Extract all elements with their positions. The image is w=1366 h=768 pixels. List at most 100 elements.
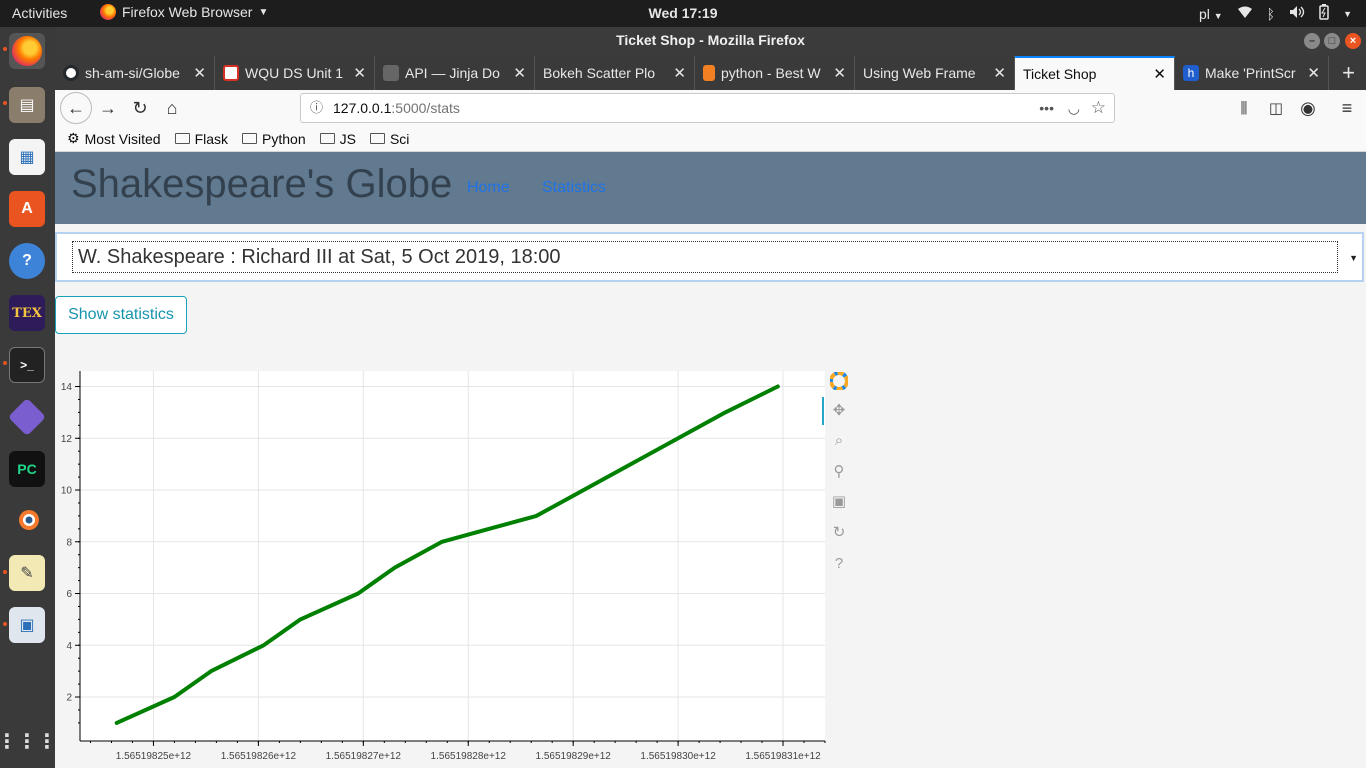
tab-strip: sh-am-si/Globe ✕ WQU DS Unit 1 ✕ API — J… bbox=[55, 54, 1366, 90]
gear-icon: ⚙ bbox=[67, 130, 80, 146]
image-viewer-launcher[interactable]: ▣ bbox=[9, 607, 45, 643]
back-button[interactable]: ← bbox=[60, 92, 92, 124]
box-zoom-tool-icon[interactable]: ⌕ bbox=[830, 432, 848, 450]
url-host: 127.0.0.1 bbox=[333, 100, 392, 116]
tex-icon: TEX bbox=[12, 305, 42, 321]
plus-icon: + bbox=[1342, 60, 1355, 85]
bookmarks-toolbar: ⚙ Most Visited Flask Python JS Sci bbox=[55, 126, 1366, 152]
help-icon: ? bbox=[22, 252, 32, 269]
help-launcher[interactable]: ? bbox=[9, 243, 45, 279]
close-icon[interactable]: ✕ bbox=[673, 64, 686, 82]
running-indicator bbox=[3, 361, 7, 365]
page-actions-icon[interactable]: ••• bbox=[1039, 94, 1054, 122]
text-editor-launcher[interactable]: ✎ bbox=[9, 555, 45, 591]
x-tick-label: 1.56519831e+12 bbox=[745, 751, 821, 762]
document-viewer-launcher[interactable]: ▦ bbox=[9, 139, 45, 175]
grid-icon: ⋮⋮⋮ bbox=[0, 730, 57, 753]
close-icon[interactable]: ✕ bbox=[513, 64, 526, 82]
system-tray[interactable]: pl ▼ ᛒ ▼ bbox=[1199, 4, 1352, 23]
show-select[interactable]: W. Shakespeare : Richard III at Sat, 5 O… bbox=[55, 232, 1364, 282]
new-tab-button[interactable]: + bbox=[1331, 56, 1366, 90]
pycharm-icon: PC bbox=[17, 461, 37, 477]
help-tool-icon[interactable]: ? bbox=[830, 555, 848, 573]
wifi-icon bbox=[1237, 5, 1253, 22]
reload-button[interactable]: ↻ bbox=[126, 94, 154, 122]
photos-icon: ▣ bbox=[19, 617, 35, 634]
close-icon[interactable]: ✕ bbox=[1153, 65, 1166, 83]
reset-tool-icon[interactable]: ↻ bbox=[830, 524, 848, 542]
tab-label: WQU DS Unit 1 bbox=[245, 65, 344, 81]
software-center-launcher[interactable]: A bbox=[9, 191, 45, 227]
site-brand[interactable]: Shakespeare's Globe bbox=[71, 162, 452, 207]
close-icon[interactable]: ✕ bbox=[1307, 64, 1320, 82]
tab-stackoverflow[interactable]: python - Best W ✕ bbox=[695, 56, 855, 90]
close-icon[interactable]: ✕ bbox=[193, 64, 206, 82]
minimize-button[interactable]: – bbox=[1304, 33, 1320, 49]
dock: ▤ ▦ A ? TEX >_ PC ✎ ▣ ⋮⋮⋮ bbox=[0, 27, 57, 768]
firefox-launcher[interactable] bbox=[9, 33, 45, 69]
url-path: :5000/stats bbox=[391, 100, 460, 116]
file-cabinet-icon: ▤ bbox=[19, 97, 35, 114]
library-button[interactable]: ⫼ bbox=[1230, 94, 1258, 122]
home-button[interactable]: ⌂ bbox=[158, 94, 186, 122]
stackoverflow-icon bbox=[703, 65, 715, 81]
git-launcher[interactable] bbox=[7, 397, 47, 437]
pycharm-launcher[interactable]: PC bbox=[9, 451, 45, 487]
info-icon[interactable]: ⓘ bbox=[310, 94, 323, 122]
chart-toolbar: ✥ ⌕ ⚲ ▣ ↻ ? bbox=[822, 368, 862, 588]
pocket-icon[interactable]: ◡ bbox=[1068, 94, 1080, 122]
close-icon[interactable]: ✕ bbox=[353, 64, 366, 82]
language-indicator[interactable]: pl ▼ bbox=[1199, 6, 1223, 22]
show-statistics-button[interactable]: Show statistics bbox=[55, 296, 187, 334]
bookmark-label: Sci bbox=[389, 130, 410, 147]
terminal-icon: >_ bbox=[20, 358, 34, 372]
terminal-launcher[interactable]: >_ bbox=[9, 347, 45, 383]
statistics-chart[interactable]: 1.56519825e+12 1.56519826e+12 1.56519827e+… bbox=[55, 368, 855, 768]
menu-button[interactable]: ≡ bbox=[1333, 94, 1361, 122]
running-indicator bbox=[3, 570, 7, 574]
sidebar-button[interactable]: ◫ bbox=[1262, 94, 1290, 122]
tab-web-frameworks[interactable]: Using Web Frame ✕ bbox=[855, 56, 1015, 90]
account-button[interactable]: ◉ bbox=[1294, 94, 1322, 122]
show-applications-button[interactable]: ⋮⋮⋮ bbox=[0, 723, 57, 759]
github-icon bbox=[63, 65, 79, 81]
y-tick-label: 8 bbox=[66, 537, 72, 548]
y-tick-label: 10 bbox=[61, 486, 73, 497]
tab-github[interactable]: sh-am-si/Globe ✕ bbox=[55, 56, 215, 90]
tab-bokeh[interactable]: Bokeh Scatter Plo ✕ bbox=[535, 56, 695, 90]
bookmark-folder-flask[interactable]: Flask bbox=[174, 131, 228, 147]
forward-button[interactable]: → bbox=[94, 94, 122, 122]
bookmark-label: Python bbox=[262, 130, 306, 147]
page-content: Shakespeare's Globe Home Statistics W. S… bbox=[55, 152, 1366, 768]
close-window-button[interactable]: × bbox=[1345, 33, 1361, 49]
wheel-zoom-tool-icon[interactable]: ⚲ bbox=[830, 463, 848, 481]
tab-jinja[interactable]: API — Jinja Do ✕ bbox=[375, 56, 535, 90]
blender-launcher[interactable] bbox=[9, 503, 45, 539]
nav-link-statistics[interactable]: Statistics bbox=[542, 179, 606, 197]
running-indicator bbox=[3, 101, 7, 105]
pan-tool-icon[interactable]: ✥ bbox=[830, 402, 848, 420]
save-tool-icon[interactable]: ▣ bbox=[830, 493, 848, 511]
site-navbar: Shakespeare's Globe Home Statistics bbox=[55, 152, 1366, 224]
tab-gmail[interactable]: WQU DS Unit 1 ✕ bbox=[215, 56, 375, 90]
url-bar[interactable]: ⓘ 127.0.0.1:5000/stats ••• ◡ ☆ bbox=[300, 93, 1115, 123]
bookmark-folder-js[interactable]: JS bbox=[319, 131, 356, 147]
account-icon: ◉ bbox=[1300, 97, 1316, 118]
jinja-icon bbox=[383, 65, 399, 81]
texmaker-launcher[interactable]: TEX bbox=[9, 295, 45, 331]
nav-link-home[interactable]: Home bbox=[467, 179, 510, 197]
bookmark-folder-sci[interactable]: Sci bbox=[369, 130, 410, 147]
close-icon[interactable]: ✕ bbox=[833, 64, 846, 82]
bookmark-star-icon[interactable]: ☆ bbox=[1091, 94, 1106, 122]
arrow-right-icon: → bbox=[99, 97, 117, 118]
tab-printscreen[interactable]: h Make 'PrintScr ✕ bbox=[1175, 56, 1329, 90]
bookmark-folder-python[interactable]: Python bbox=[242, 131, 306, 147]
close-icon[interactable]: ✕ bbox=[993, 64, 1006, 82]
tab-ticket-shop[interactable]: Ticket Shop ✕ bbox=[1015, 56, 1175, 90]
bokeh-logo-icon[interactable] bbox=[829, 371, 849, 391]
clock[interactable]: Wed 17:19 bbox=[0, 5, 1366, 21]
window-title-bar: Ticket Shop - Mozilla Firefox – □ × bbox=[55, 27, 1366, 54]
maximize-button[interactable]: □ bbox=[1324, 33, 1340, 49]
bookmark-most-visited[interactable]: ⚙ Most Visited bbox=[67, 130, 161, 147]
files-launcher[interactable]: ▤ bbox=[9, 87, 45, 123]
